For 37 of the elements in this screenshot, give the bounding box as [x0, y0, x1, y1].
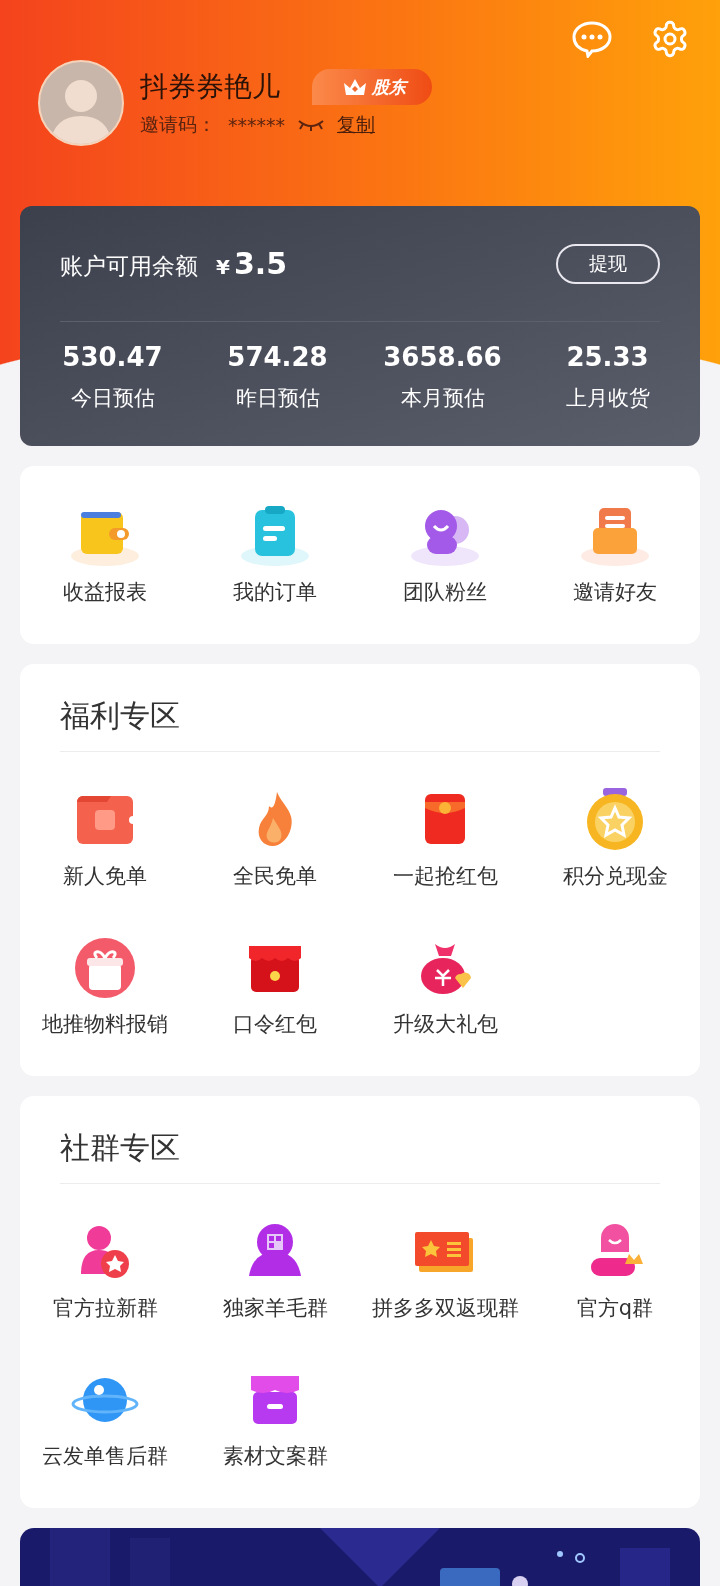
section-title: 社群专区	[60, 1096, 660, 1184]
menu-item[interactable]: 官方拉新群	[20, 1220, 190, 1322]
menu-item[interactable]: 云发单售后群	[20, 1368, 190, 1470]
user-name: 抖券券艳儿	[140, 69, 280, 105]
stat-label: 今日预估	[70, 385, 155, 412]
menu-item[interactable]: 积分兑现金	[530, 788, 700, 890]
stat-value: 574.28	[227, 342, 328, 372]
shortcut-item[interactable]: 邀请好友	[530, 504, 700, 606]
copy-link[interactable]: 复制	[337, 112, 375, 138]
shortcut-item[interactable]: 我的订单	[190, 504, 360, 606]
crown-icon	[342, 77, 368, 97]
menu-item[interactable]: 一起抢红包	[360, 788, 530, 890]
shortcut-item[interactable]: 收益报表	[20, 504, 190, 606]
menu-item[interactable]: 口令红包	[190, 936, 360, 1038]
balance-label: 账户可用余额	[60, 251, 198, 281]
stat-label: 上月收货	[565, 385, 650, 412]
withdraw-button[interactable]: 提现	[556, 243, 660, 284]
menu-item[interactable]: 素材文案群	[190, 1368, 360, 1470]
menu-item[interactable]: 新人免单	[20, 788, 190, 890]
stat-value: 530.47	[62, 342, 163, 372]
stat-value: 3658.66	[383, 342, 502, 372]
clipboard-icon	[239, 504, 311, 568]
menu-item[interactable]: 官方q群	[530, 1220, 700, 1322]
shortcut-item[interactable]: 团队粉丝	[360, 504, 530, 606]
menu-item[interactable]: 全民免单	[190, 788, 360, 890]
closed-eye-icon[interactable]	[297, 118, 325, 132]
stat-label: 本月预估	[400, 385, 485, 412]
menu-item[interactable]: 地推物料报销	[20, 936, 190, 1038]
menu-item[interactable]: 升级大礼包	[360, 936, 530, 1038]
menu-item[interactable]: 独家羊毛群	[190, 1220, 360, 1322]
balance-amount: ¥3.5	[216, 245, 288, 281]
invite-code-label: 邀请码：	[140, 112, 216, 137]
stat-value: 25.33	[566, 342, 649, 372]
stat-label: 昨日预估	[235, 385, 320, 412]
menu-item[interactable]: 拼多多双返现群	[360, 1220, 530, 1322]
invite-code: ******	[228, 114, 285, 136]
section-title: 福利专区	[60, 664, 660, 752]
